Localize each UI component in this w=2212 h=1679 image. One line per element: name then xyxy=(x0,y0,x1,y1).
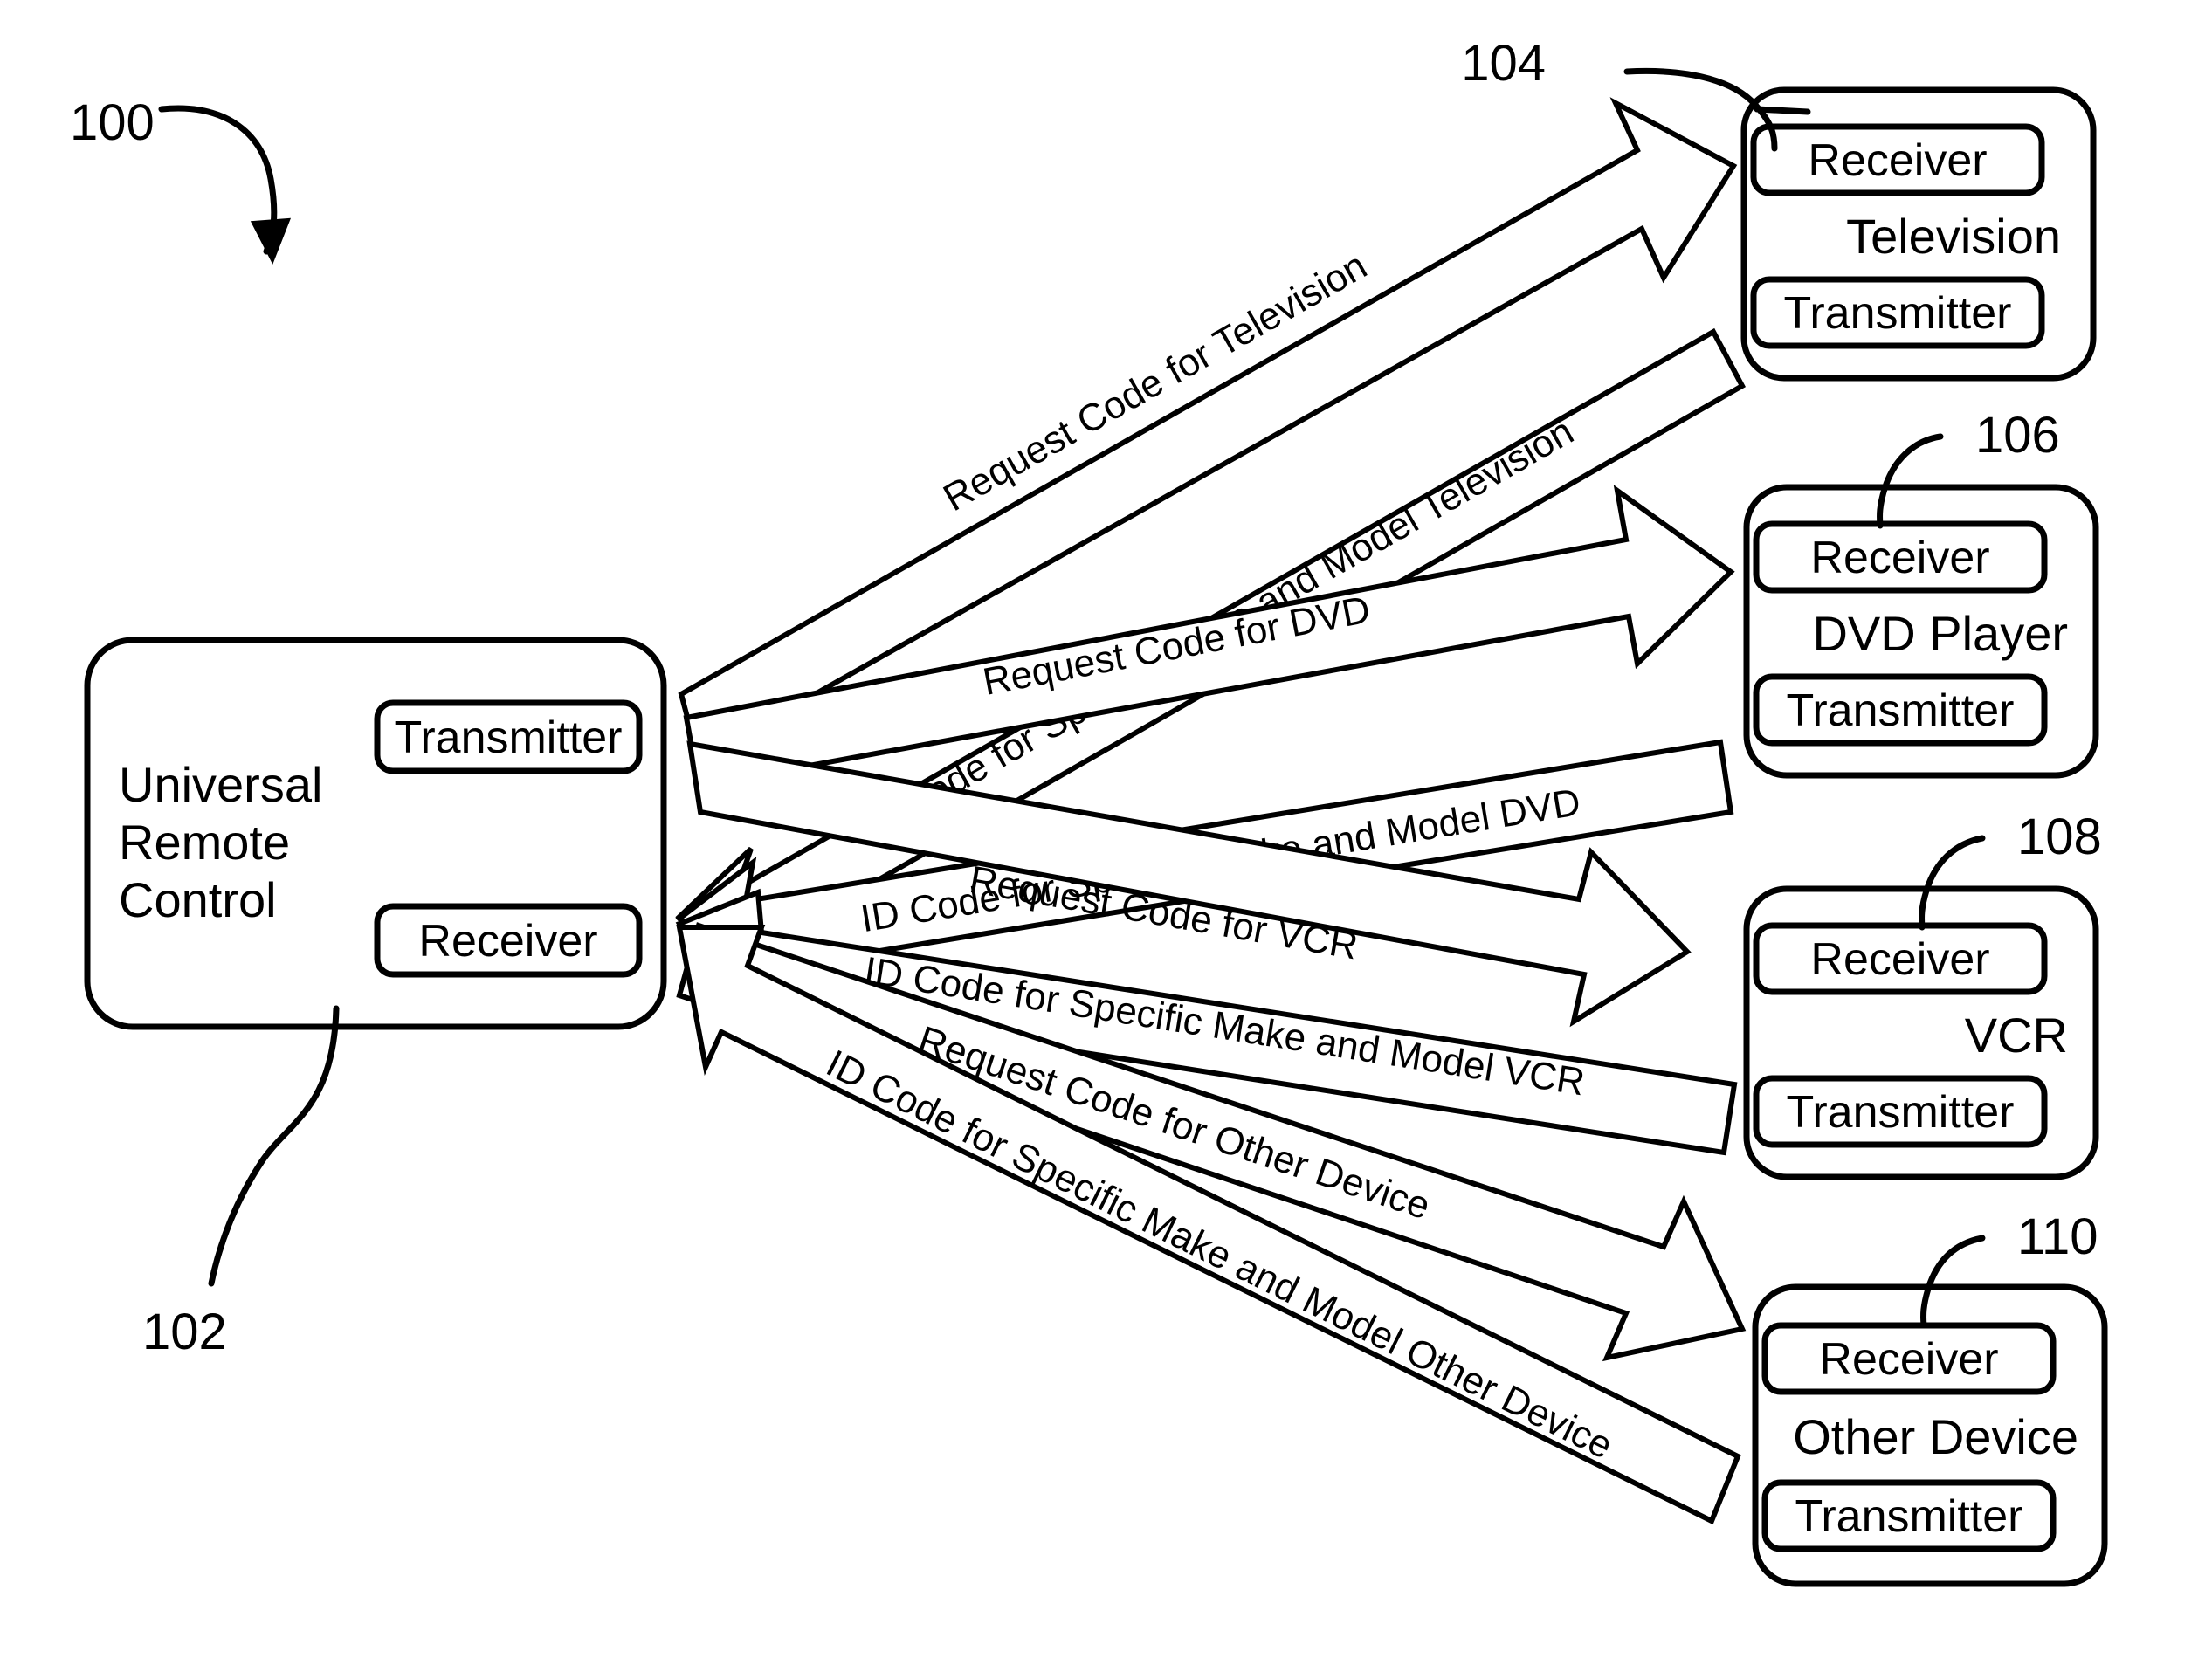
diagram-svg: 100 Request Code for Television ID Code … xyxy=(70,35,2108,1587)
device-vcr[interactable]: Receiver VCR Transmitter xyxy=(1743,885,2099,1180)
television-ref-label: 104 xyxy=(1461,35,1546,92)
vcr-title: VCR xyxy=(1965,1008,2068,1063)
remote-receiver-label: Receiver xyxy=(418,916,597,967)
figure-id-label: 100 xyxy=(70,94,155,151)
dvd-title: DVD Player xyxy=(1812,606,2068,661)
device-television[interactable]: Receiver Television Transmitter xyxy=(1740,86,2097,382)
figure-id-arrowhead xyxy=(250,217,292,265)
other-ref-label: 110 xyxy=(2017,1208,2098,1265)
dvd-transmitter-label: Transmitter xyxy=(1787,685,2015,736)
remote-transmitter-label: Transmitter xyxy=(395,712,623,763)
other-receiver-label: Receiver xyxy=(1819,1334,1998,1385)
dvd-receiver-label: Receiver xyxy=(1810,533,1989,583)
vcr-transmitter-label: Transmitter xyxy=(1787,1087,2015,1138)
dvd-ref-label: 106 xyxy=(1975,407,2060,464)
remote-ref-label: 102 xyxy=(142,1304,227,1360)
remote-title-line-2: Remote xyxy=(119,815,290,870)
vcr-receiver-label: Receiver xyxy=(1810,934,1989,985)
television-ref-tick xyxy=(1754,106,1811,115)
remote-title-line-3: Control xyxy=(119,872,277,927)
television-title: Television xyxy=(1846,209,2061,264)
device-other[interactable]: Receiver Other Device Transmitter xyxy=(1752,1283,2108,1587)
television-receiver-label: Receiver xyxy=(1808,135,1987,186)
remote-ref-leader xyxy=(208,1005,340,1287)
vcr-ref-label: 108 xyxy=(2017,809,2102,865)
device-dvd-player[interactable]: Receiver DVD Player Transmitter xyxy=(1743,484,2099,779)
figure-canvas: 100 Request Code for Television ID Code … xyxy=(0,0,2212,1679)
other-title: Other Device xyxy=(1793,1409,2078,1464)
universal-remote-control[interactable]: Transmitter Receiver Universal Remote Co… xyxy=(84,637,667,1030)
remote-title-line-1: Universal xyxy=(119,757,322,812)
other-transmitter-label: Transmitter xyxy=(1795,1491,2023,1542)
television-transmitter-label: Transmitter xyxy=(1784,288,2012,339)
